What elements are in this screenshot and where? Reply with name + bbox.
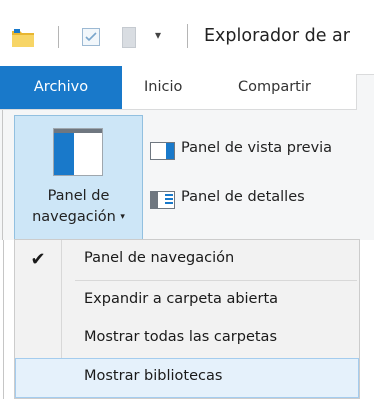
check-icon: ✔ [30,249,46,270]
window-title: Explorador de ar [204,26,350,46]
navigation-pane-label-line1: Panel de [47,188,110,204]
chevron-down-icon[interactable]: ▾ [150,24,166,46]
tab-archivo[interactable]: Archivo [0,66,122,109]
ribbon-edge [2,110,3,240]
toolbar-separator [187,24,188,48]
menu-item-expandir-carpeta[interactable]: Expandir a carpeta abierta [15,281,359,321]
ribbon-panel: Panel de navegación ▾ Panel de vista pre… [0,110,374,240]
details-pane-button[interactable]: Panel de detalles [150,187,374,213]
preview-pane-button[interactable]: Panel de vista previa [150,138,374,164]
window-edge [0,240,4,399]
ribbon-tabs: Archivo Inicio Compartir [0,66,374,110]
page-icon[interactable] [122,27,136,48]
details-pane-label: Panel de detalles [181,189,305,205]
menu-item-label: Mostrar todas las carpetas [84,329,277,345]
menu-item-mostrar-bibliotecas[interactable]: Mostrar bibliotecas [15,358,359,398]
navigation-pane-button[interactable]: Panel de navegación ▾ [14,115,143,240]
tab-inicio[interactable]: Inicio [144,66,182,109]
toolbar-separator [58,26,59,48]
menu-item-panel-navegacion[interactable]: ✔ Panel de navegación [15,240,359,280]
title-bar: ▾ Explorador de ar [0,0,374,66]
tab-vista[interactable] [356,74,374,110]
preview-pane-label: Panel de vista previa [181,140,333,156]
details-pane-icon [150,191,175,209]
dropdown-caret-icon: ▾ [120,212,125,222]
navigation-pane-icon [53,128,103,176]
tab-compartir[interactable]: Compartir [238,66,311,109]
menu-item-mostrar-carpetas[interactable]: Mostrar todas las carpetas [15,319,359,359]
menu-item-label: Expandir a carpeta abierta [84,291,279,307]
menu-item-label: Mostrar bibliotecas [84,368,223,384]
preview-pane-icon [150,142,175,160]
navigation-pane-menu: ✔ Panel de navegación Expandir a carpeta… [14,239,360,399]
folder-icon[interactable] [11,28,35,48]
checkbox-properties-icon[interactable] [82,28,100,46]
menu-item-label: Panel de navegación [84,250,235,266]
navigation-pane-label: Panel de navegación ▾ [15,186,142,228]
navigation-pane-label-line2: navegación [32,209,116,225]
